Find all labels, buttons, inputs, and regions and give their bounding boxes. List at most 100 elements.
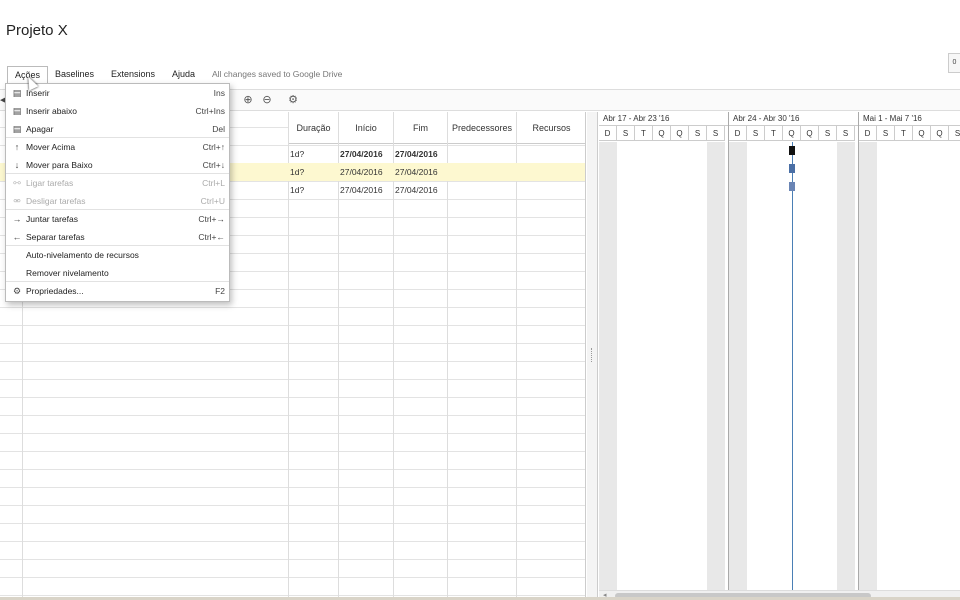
menu-item-label: Mover para Baixo	[26, 160, 93, 170]
gantt-day-column	[635, 142, 653, 590]
end-cell[interactable]: 27/04/2016	[395, 163, 438, 181]
menu-item-label: Ligar tarefas	[26, 178, 74, 188]
gantt-day-header: Q	[931, 126, 949, 141]
menu-item-mover-para-baixo[interactable]: ↓ Mover para Baixo Ctrl+↓	[6, 156, 229, 174]
col-header-duracao[interactable]: Duração	[289, 112, 338, 144]
menu-item-label: Apagar	[26, 124, 54, 134]
acoes-dropdown-menu: ▤ Inserir Ins ▤ Inserir abaixo Ctrl+Ins ▤ Apaga…	[5, 83, 230, 302]
gantt-day-header: S	[689, 126, 707, 141]
gantt-task-bar[interactable]	[789, 182, 795, 191]
gantt-day-column	[859, 142, 877, 590]
gantt-day-column	[707, 142, 725, 590]
gantt-day-header: S	[949, 126, 960, 141]
menu-item-label: Auto-nivelamento de recursos	[26, 250, 139, 260]
gantt-day-column	[653, 142, 671, 590]
zoom-out-icon[interactable]: ⊖	[259, 93, 275, 108]
menu-item-shortcut: Del	[212, 124, 225, 134]
gantt-day-header: S	[819, 126, 837, 141]
menu-item-label: Juntar tarefas	[26, 214, 78, 224]
zoom-in-icon[interactable]: ⊕	[240, 93, 256, 108]
gantt-today-line	[792, 142, 793, 590]
splitter-grip-icon[interactable]	[591, 348, 593, 362]
gantt-task-bar[interactable]	[789, 164, 795, 173]
insert-above-icon: ▤	[12, 88, 22, 98]
duration-cell[interactable]: 1d?	[290, 145, 304, 163]
gantt-day-header: S	[747, 126, 765, 141]
start-cell[interactable]: 27/04/2016	[340, 163, 383, 181]
start-cell[interactable]: 27/04/2016	[340, 145, 383, 163]
menu-item-label: Propriedades...	[26, 286, 84, 296]
menu-item-shortcut: Ctrl+L	[202, 178, 225, 188]
gantt-day-column	[819, 142, 837, 590]
menu-bar: Ações Baselines Extensions Ajuda All cha…	[0, 66, 960, 84]
panel-splitter[interactable]	[587, 112, 598, 600]
start-cell[interactable]: 27/04/2016	[340, 181, 383, 199]
menu-item-inserir-abaixo[interactable]: ▤ Inserir abaixo Ctrl+Ins	[6, 102, 229, 120]
gantt-day-header: D	[859, 126, 877, 141]
col-header-recursos[interactable]: Recursos	[517, 112, 585, 144]
gantt-day-column	[801, 142, 819, 590]
gantt-day-header: D	[729, 126, 747, 141]
menu-item-inserir[interactable]: ▤ Inserir Ins	[6, 84, 229, 102]
gantt-day-column	[671, 142, 689, 590]
menu-item-auto-nivelamento-de-recursos[interactable]: Auto-nivelamento de recursos	[6, 246, 229, 264]
gantt-day-header: S	[877, 126, 895, 141]
duration-cell[interactable]: 1d?	[290, 163, 304, 181]
end-cell[interactable]: 27/04/2016	[395, 181, 438, 199]
gantt-day-column	[765, 142, 783, 590]
gantt-day-column	[949, 142, 960, 590]
gantt-day-header: S	[707, 126, 725, 141]
menu-item-propriedades[interactable]: ⚙ Propriedades... F2	[6, 282, 229, 300]
gantt-task-bar[interactable]	[789, 146, 795, 155]
gantt-day-column	[747, 142, 765, 590]
link-icon: ⚯	[13, 178, 21, 188]
gantt-day-column	[877, 142, 895, 590]
gantt-day-column	[895, 142, 913, 590]
menu-item-juntar-tarefas[interactable]: → Juntar tarefas Ctrl+→	[6, 210, 229, 228]
menu-item-label: Inserir abaixo	[26, 106, 78, 116]
page-title: Projeto X	[6, 22, 68, 39]
settings-icon[interactable]: ⚙	[285, 93, 301, 108]
menu-item-remover-nivelamento[interactable]: Remover nivelamento	[6, 264, 229, 282]
menu-item-shortcut: Ins	[213, 88, 225, 98]
gantt-day-header: S	[837, 126, 855, 141]
menu-item-apagar[interactable]: ▤ Apagar Del	[6, 120, 229, 138]
menu-baselines[interactable]: Baselines	[48, 66, 101, 84]
arrow-up-icon: ↑	[14, 142, 20, 152]
menu-item-label: Mover Acima	[26, 142, 76, 152]
end-cell[interactable]: 27/04/2016	[395, 145, 438, 163]
gantt-week-header: Mai 1 - Mai 7 '16	[859, 112, 960, 126]
delete-icon: ▤	[12, 124, 22, 134]
menu-item-shortcut: Ctrl+→	[198, 214, 225, 224]
menu-item-shortcut: Ctrl+↑	[202, 142, 225, 152]
menu-ajuda[interactable]: Ajuda	[165, 66, 202, 84]
menu-item-label: Desligar tarefas	[26, 196, 86, 206]
gantt-day-header: S	[617, 126, 635, 141]
menu-item-mover-acima[interactable]: ↑ Mover Acima Ctrl+↑	[6, 138, 229, 156]
menu-item-separar-tarefas[interactable]: ← Separar tarefas Ctrl+←	[6, 228, 229, 246]
gantt-day-header: Q	[783, 126, 801, 141]
menu-item-shortcut: Ctrl+↓	[202, 160, 225, 170]
duration-cell[interactable]: 1d?	[290, 181, 304, 199]
gantt-day-header: Q	[913, 126, 931, 141]
gantt-day-column	[913, 142, 931, 590]
menu-item-ligar-tarefas: ⚯ Ligar tarefas Ctrl+L	[6, 174, 229, 192]
menu-item-desligar-tarefas: ⚮ Desligar tarefas Ctrl+U	[6, 192, 229, 210]
gantt-day-header: Q	[653, 126, 671, 141]
properties-icon: ⚙	[12, 286, 22, 296]
gantt-day-column	[729, 142, 747, 590]
col-header-predecessores[interactable]: Predecessores	[448, 112, 516, 144]
col-header-inicio[interactable]: Início	[339, 112, 393, 144]
gantt-day-header: Q	[671, 126, 689, 141]
menu-item-label: Separar tarefas	[26, 232, 85, 242]
gantt-day-column	[599, 142, 617, 590]
gantt-chart: Abr 17 - Abr 23 '16 D S T Q Q S S Abr 24 - Abr 3…	[599, 112, 960, 600]
insert-below-icon: ▤	[12, 106, 22, 116]
col-header-fim[interactable]: Fim	[394, 112, 447, 144]
menu-extensions[interactable]: Extensions	[104, 66, 162, 84]
arrow-right-icon: →	[12, 214, 22, 224]
unlink-icon: ⚮	[13, 196, 21, 206]
menu-item-shortcut: Ctrl+←	[198, 232, 225, 242]
gantt-day-header: D	[599, 126, 617, 141]
gantt-day-header: Q	[801, 126, 819, 141]
